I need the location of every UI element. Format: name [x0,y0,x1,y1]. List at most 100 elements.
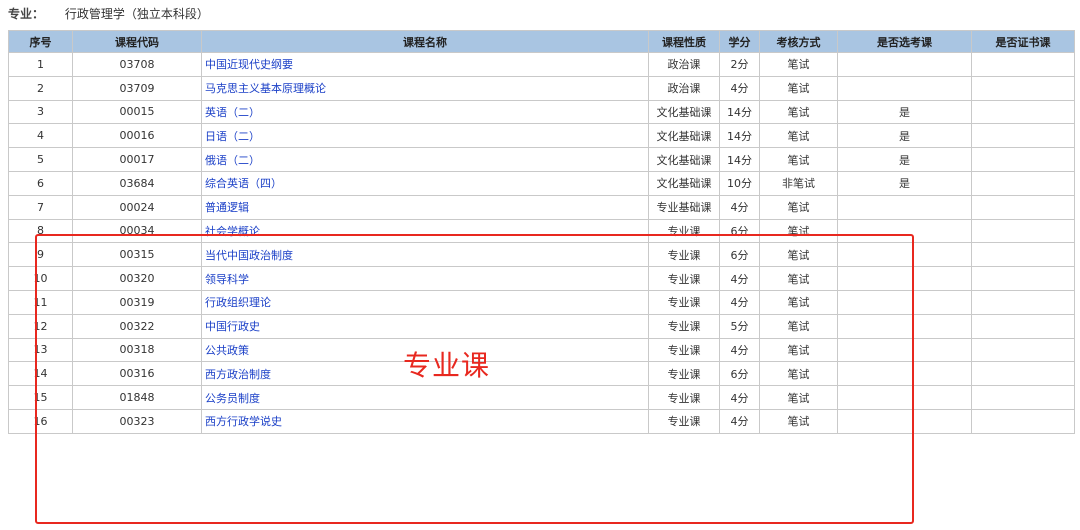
cell-course-name: 俄语（二） [201,147,649,172]
cell-course-name: 行政组织理论 [201,289,649,315]
cell-course-type: 专业课 [648,385,720,410]
cell-index: 6 [8,170,73,196]
cell-course-code: 00316 [72,361,202,387]
cell-index: 10 [8,266,73,291]
cell-elective [837,242,972,268]
cell-course-type: 专业课 [648,266,720,291]
cell-certificate [971,123,1075,149]
cell-certificate [971,218,1075,244]
cell-course-code: 00323 [72,408,202,434]
course-name-link[interactable]: 日语（二） [205,130,260,143]
table-row: 10 00320 领导科学 专业课 4分 笔试 [8,266,1075,291]
course-name-link[interactable]: 西方行政学说史 [205,415,282,428]
cell-credits: 4分 [719,337,760,363]
cell-course-name: 日语（二） [201,123,649,149]
cell-course-type: 专业课 [648,337,720,363]
cell-credits: 4分 [719,75,760,101]
cell-index: 4 [8,123,73,149]
major-line: 专业： 行政管理学（独立本科段） [8,4,209,24]
cell-course-code: 00034 [72,218,202,244]
cell-elective [837,408,972,434]
course-name-link[interactable]: 英语（二） [205,106,260,119]
cell-elective: 是 [837,123,972,149]
cell-course-code: 00315 [72,242,202,268]
cell-credits: 4分 [719,289,760,315]
cell-course-code: 00318 [72,337,202,363]
cell-elective [837,289,972,315]
cell-credits: 5分 [719,313,760,339]
cell-credits: 4分 [719,385,760,410]
course-name-link[interactable]: 综合英语（四） [205,177,282,190]
header-course-name: 课程名称 [201,30,649,53]
header-credits: 学分 [719,30,760,53]
cell-course-code: 03708 [72,52,202,77]
cell-credits: 6分 [719,242,760,268]
course-name-link[interactable]: 马克思主义基本原理概论 [205,82,326,95]
cell-exam-method: 笔试 [759,147,838,172]
table-row: 9 00315 当代中国政治制度 专业课 6分 笔试 [8,242,1075,268]
cell-index: 13 [8,337,73,363]
table-row: 11 00319 行政组织理论 专业课 4分 笔试 [8,289,1075,315]
table-row: 4 00016 日语（二） 文化基础课 14分 笔试是 [8,123,1075,149]
cell-exam-method: 笔试 [759,75,838,101]
cell-credits: 10分 [719,170,760,196]
course-name-link[interactable]: 社会学概论 [205,225,260,238]
cell-exam-method: 笔试 [759,266,838,291]
cell-index: 16 [8,408,73,434]
cell-credits: 14分 [719,147,760,172]
cell-elective [837,75,972,101]
cell-course-name: 领导科学 [201,266,649,291]
course-name-link[interactable]: 行政组织理论 [205,296,271,309]
cell-index: 12 [8,313,73,339]
cell-certificate [971,99,1075,125]
cell-exam-method: 笔试 [759,123,838,149]
cell-index: 14 [8,361,73,387]
table-row: 2 03709 马克思主义基本原理概论 政治课 4分 笔试 [8,75,1075,101]
course-name-link[interactable]: 俄语（二） [205,154,260,167]
cell-course-type: 专业课 [648,218,720,244]
course-name-link[interactable]: 公共政策 [205,344,249,357]
cell-certificate [971,194,1075,220]
cell-course-type: 专业课 [648,313,720,339]
course-name-link[interactable]: 中国行政史 [205,320,260,333]
cell-exam-method: 笔试 [759,242,838,268]
cell-certificate [971,266,1075,291]
header-certificate: 是否证书课 [971,30,1075,53]
course-name-link[interactable]: 公务员制度 [205,392,260,405]
cell-course-code: 00322 [72,313,202,339]
cell-exam-method: 笔试 [759,361,838,387]
header-course-type: 课程性质 [648,30,720,53]
cell-certificate [971,408,1075,434]
table-row: 5 00017 俄语（二） 文化基础课 14分 笔试是 [8,147,1075,172]
cell-exam-method: 笔试 [759,313,838,339]
cell-certificate [971,313,1075,339]
cell-exam-method: 笔试 [759,99,838,125]
table-row: 7 00024 普通逻辑 专业基础课 4分 笔试 [8,194,1075,220]
course-name-link[interactable]: 西方政治制度 [205,368,271,381]
cell-exam-method: 笔试 [759,289,838,315]
cell-index: 8 [8,218,73,244]
course-name-link[interactable]: 当代中国政治制度 [205,249,293,262]
course-name-link[interactable]: 领导科学 [205,273,249,286]
cell-course-type: 专业课 [648,361,720,387]
cell-elective: 是 [837,99,972,125]
cell-course-code: 00320 [72,266,202,291]
cell-course-code: 00024 [72,194,202,220]
cell-elective [837,313,972,339]
table-row: 13 00318 公共政策 专业课 4分 笔试 [8,337,1075,363]
course-name-link[interactable]: 中国近现代史纲要 [205,58,293,71]
cell-course-name: 西方行政学说史 [201,408,649,434]
cell-elective [837,194,972,220]
header-elective: 是否选考课 [837,30,972,53]
cell-elective [837,266,972,291]
table-row: 15 01848 公务员制度 专业课 4分 笔试 [8,385,1075,410]
cell-certificate [971,147,1075,172]
cell-course-name: 综合英语（四） [201,170,649,196]
cell-course-code: 00017 [72,147,202,172]
cell-elective [837,385,972,410]
course-name-link[interactable]: 普通逻辑 [205,201,249,214]
cell-elective: 是 [837,147,972,172]
cell-course-type: 文化基础课 [648,123,720,149]
cell-credits: 14分 [719,123,760,149]
cell-index: 3 [8,99,73,125]
